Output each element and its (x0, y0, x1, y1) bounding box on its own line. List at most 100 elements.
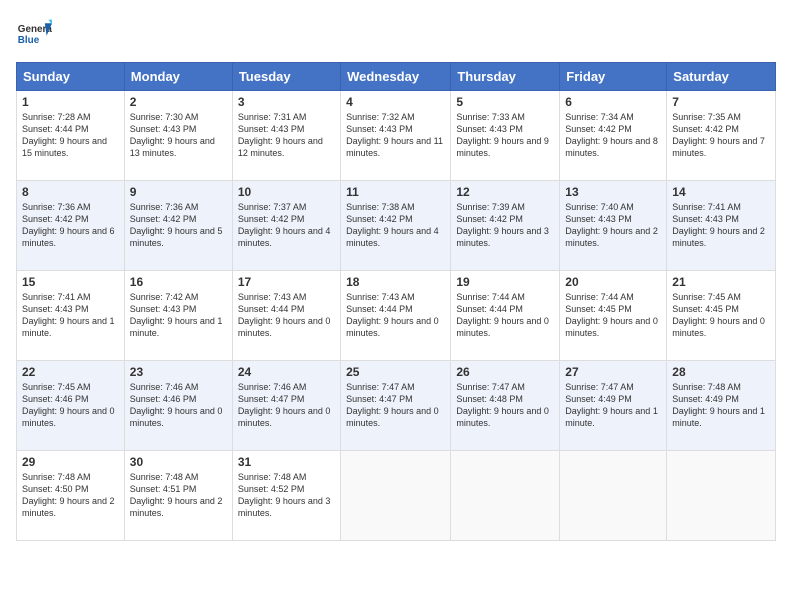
day-number: 25 (346, 365, 445, 379)
calendar-cell: 15 Sunrise: 7:41 AMSunset: 4:43 PMDayligh… (17, 271, 125, 361)
day-number: 23 (130, 365, 227, 379)
calendar-cell: 20Sunrise: 7:44 AMSunset: 4:45 PMDayligh… (560, 271, 667, 361)
cell-content: Sunrise: 7:46 AMSunset: 4:47 PMDaylight:… (238, 381, 335, 430)
logo-icon: General Blue (16, 16, 52, 52)
logo: General Blue (16, 16, 52, 52)
day-header-tuesday: Tuesday (232, 63, 340, 91)
calendar-cell: 7 Sunrise: 7:35 AMSunset: 4:42 PMDaylight… (667, 91, 776, 181)
cell-content: Sunrise: 7:41 AMSunset: 4:43 PMDaylight:… (22, 291, 119, 340)
day-number: 12 (456, 185, 554, 199)
cell-content: Sunrise: 7:47 AMSunset: 4:48 PMDaylight:… (456, 381, 554, 430)
calendar-cell: 25 Sunrise: 7:47 AMSunset: 4:47 PMDayligh… (341, 361, 451, 451)
calendar-cell: 19 Sunrise: 7:44 AMSunset: 4:44 PMDayligh… (451, 271, 560, 361)
calendar-cell (560, 451, 667, 541)
calendar-cell: 27 Sunrise: 7:47 AMSunset: 4:49 PMDayligh… (560, 361, 667, 451)
cell-content: Sunrise: 7:37 AMSunset: 4:42 PMDaylight:… (238, 201, 335, 250)
day-number: 20 (565, 275, 661, 289)
page-container: General Blue SundayMondayTuesdayWednesda… (0, 0, 792, 549)
cell-content: Sunrise: 7:39 AMSunset: 4:42 PMDaylight:… (456, 201, 554, 250)
day-number: 26 (456, 365, 554, 379)
day-number: 2 (130, 95, 227, 109)
cell-content: Sunrise: 7:45 AMSunset: 4:46 PMDaylight:… (22, 381, 119, 430)
day-number: 17 (238, 275, 335, 289)
calendar-cell (451, 451, 560, 541)
day-number: 27 (565, 365, 661, 379)
calendar-cell: 31 Sunrise: 7:48 AMSunset: 4:52 PMDayligh… (232, 451, 340, 541)
day-number: 9 (130, 185, 227, 199)
day-number: 10 (238, 185, 335, 199)
cell-content: Sunrise: 7:48 AMSunset: 4:50 PMDaylight:… (22, 471, 119, 520)
calendar-cell: 22Sunrise: 7:45 AMSunset: 4:46 PMDayligh… (17, 361, 125, 451)
cell-content: Sunrise: 7:33 AMSunset: 4:43 PMDaylight:… (456, 111, 554, 160)
calendar-cell: 1 Sunrise: 7:28 AMSunset: 4:44 PMDaylight… (17, 91, 125, 181)
cell-content: Sunrise: 7:43 AMSunset: 4:44 PMDaylight:… (238, 291, 335, 340)
day-number: 8 (22, 185, 119, 199)
cell-content: Sunrise: 7:42 AMSunset: 4:43 PMDaylight:… (130, 291, 227, 340)
day-number: 24 (238, 365, 335, 379)
day-number: 30 (130, 455, 227, 469)
cell-content: Sunrise: 7:31 AMSunset: 4:43 PMDaylight:… (238, 111, 335, 160)
cell-content: Sunrise: 7:34 AMSunset: 4:42 PMDaylight:… (565, 111, 661, 160)
cell-content: Sunrise: 7:47 AMSunset: 4:49 PMDaylight:… (565, 381, 661, 430)
calendar-cell: 16 Sunrise: 7:42 AMSunset: 4:43 PMDayligh… (124, 271, 232, 361)
day-number: 15 (22, 275, 119, 289)
calendar-week-row: 22Sunrise: 7:45 AMSunset: 4:46 PMDayligh… (17, 361, 776, 451)
day-header-thursday: Thursday (451, 63, 560, 91)
calendar-cell: 28Sunrise: 7:48 AMSunset: 4:49 PMDayligh… (667, 361, 776, 451)
calendar-week-row: 1 Sunrise: 7:28 AMSunset: 4:44 PMDaylight… (17, 91, 776, 181)
calendar-cell: 2Sunrise: 7:30 AMSunset: 4:43 PMDaylight… (124, 91, 232, 181)
calendar-cell (667, 451, 776, 541)
cell-content: Sunrise: 7:28 AMSunset: 4:44 PMDaylight:… (22, 111, 119, 160)
calendar-cell: 30 Sunrise: 7:48 AMSunset: 4:51 PMDayligh… (124, 451, 232, 541)
day-number: 7 (672, 95, 770, 109)
calendar-cell: 5Sunrise: 7:33 AMSunset: 4:43 PMDaylight… (451, 91, 560, 181)
calendar-week-row: 29 Sunrise: 7:48 AMSunset: 4:50 PMDayligh… (17, 451, 776, 541)
calendar-cell: 10 Sunrise: 7:37 AMSunset: 4:42 PMDayligh… (232, 181, 340, 271)
day-number: 1 (22, 95, 119, 109)
day-header-wednesday: Wednesday (341, 63, 451, 91)
day-header-monday: Monday (124, 63, 232, 91)
cell-content: Sunrise: 7:48 AMSunset: 4:51 PMDaylight:… (130, 471, 227, 520)
cell-content: Sunrise: 7:35 AMSunset: 4:42 PMDaylight:… (672, 111, 770, 160)
cell-content: Sunrise: 7:45 AMSunset: 4:45 PMDaylight:… (672, 291, 770, 340)
day-number: 4 (346, 95, 445, 109)
calendar-header-row: SundayMondayTuesdayWednesdayThursdayFrid… (17, 63, 776, 91)
day-number: 6 (565, 95, 661, 109)
calendar-cell: 11Sunrise: 7:38 AMSunset: 4:42 PMDayligh… (341, 181, 451, 271)
calendar-week-row: 8 Sunrise: 7:36 AMSunset: 4:42 PMDaylight… (17, 181, 776, 271)
cell-content: Sunrise: 7:47 AMSunset: 4:47 PMDaylight:… (346, 381, 445, 430)
calendar-cell: 12 Sunrise: 7:39 AMSunset: 4:42 PMDayligh… (451, 181, 560, 271)
calendar-cell: 14Sunrise: 7:41 AMSunset: 4:43 PMDayligh… (667, 181, 776, 271)
calendar-cell: 9 Sunrise: 7:36 AMSunset: 4:42 PMDaylight… (124, 181, 232, 271)
cell-content: Sunrise: 7:32 AMSunset: 4:43 PMDaylight:… (346, 111, 445, 160)
day-number: 21 (672, 275, 770, 289)
cell-content: Sunrise: 7:48 AMSunset: 4:52 PMDaylight:… (238, 471, 335, 520)
day-number: 16 (130, 275, 227, 289)
calendar-cell: 29 Sunrise: 7:48 AMSunset: 4:50 PMDayligh… (17, 451, 125, 541)
day-number: 31 (238, 455, 335, 469)
cell-content: Sunrise: 7:43 AMSunset: 4:44 PMDaylight:… (346, 291, 445, 340)
calendar-cell: 24 Sunrise: 7:46 AMSunset: 4:47 PMDayligh… (232, 361, 340, 451)
calendar-cell (341, 451, 451, 541)
calendar-table: SundayMondayTuesdayWednesdayThursdayFrid… (16, 62, 776, 541)
cell-content: Sunrise: 7:44 AMSunset: 4:44 PMDaylight:… (456, 291, 554, 340)
calendar-cell: 26 Sunrise: 7:47 AMSunset: 4:48 PMDayligh… (451, 361, 560, 451)
day-number: 3 (238, 95, 335, 109)
day-number: 19 (456, 275, 554, 289)
svg-text:Blue: Blue (18, 35, 40, 46)
cell-content: Sunrise: 7:40 AMSunset: 4:43 PMDaylight:… (565, 201, 661, 250)
calendar-cell: 17 Sunrise: 7:43 AMSunset: 4:44 PMDayligh… (232, 271, 340, 361)
day-number: 13 (565, 185, 661, 199)
cell-content: Sunrise: 7:36 AMSunset: 4:42 PMDaylight:… (130, 201, 227, 250)
calendar-week-row: 15 Sunrise: 7:41 AMSunset: 4:43 PMDayligh… (17, 271, 776, 361)
cell-content: Sunrise: 7:46 AMSunset: 4:46 PMDaylight:… (130, 381, 227, 430)
calendar-cell: 23 Sunrise: 7:46 AMSunset: 4:46 PMDayligh… (124, 361, 232, 451)
calendar-cell: 18Sunrise: 7:43 AMSunset: 4:44 PMDayligh… (341, 271, 451, 361)
calendar-cell: 4 Sunrise: 7:32 AMSunset: 4:43 PMDaylight… (341, 91, 451, 181)
calendar-cell: 6 Sunrise: 7:34 AMSunset: 4:42 PMDaylight… (560, 91, 667, 181)
day-number: 29 (22, 455, 119, 469)
day-number: 28 (672, 365, 770, 379)
calendar-cell: 21 Sunrise: 7:45 AMSunset: 4:45 PMDayligh… (667, 271, 776, 361)
day-header-friday: Friday (560, 63, 667, 91)
cell-content: Sunrise: 7:38 AMSunset: 4:42 PMDaylight:… (346, 201, 445, 250)
